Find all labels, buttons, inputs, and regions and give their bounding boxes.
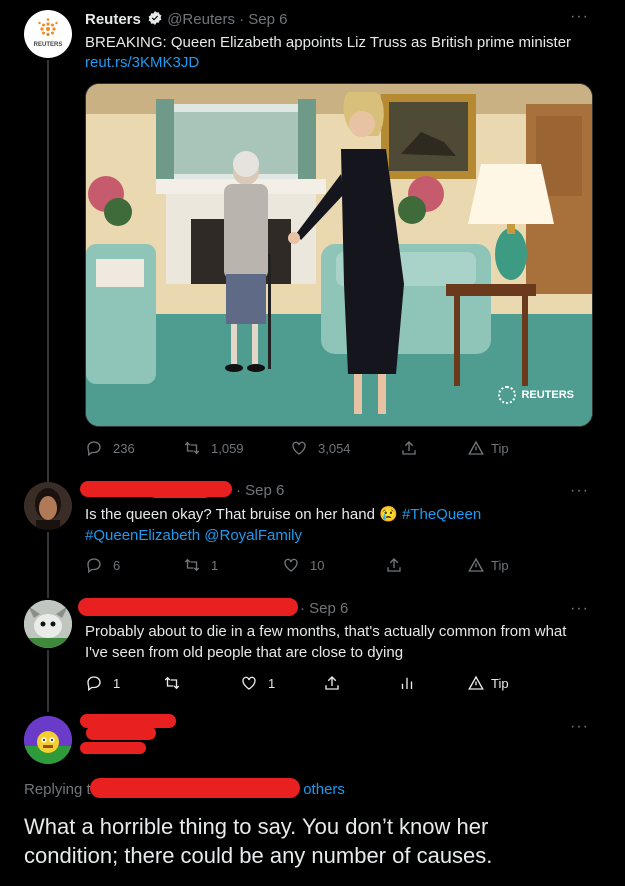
crying-emoji-icon: 😢 (379, 506, 398, 523)
tweet-actions: 6 1 10 Tip (85, 556, 525, 576)
photo-illustration (86, 84, 592, 426)
share-button[interactable] (323, 674, 341, 692)
more-options-icon[interactable]: ··· (570, 482, 589, 500)
share-icon (325, 676, 339, 690)
user-photo-icon (24, 600, 72, 648)
reuters-watermark: REUTERS (498, 386, 574, 404)
tip-button[interactable]: Tip (467, 556, 509, 574)
retweet-icon (184, 441, 200, 455)
tweet-text: Probably about to die in a few months, t… (85, 623, 567, 661)
analytics-button[interactable] (398, 674, 416, 692)
redacted-handle (80, 742, 146, 754)
hashtag-thequeen[interactable]: #TheQueen (402, 506, 481, 523)
tweet-media-photo[interactable]: REUTERS (85, 83, 593, 427)
mention-royalfamily[interactable]: @RoyalFamily (204, 527, 302, 544)
reply-icon (87, 558, 101, 574)
tweet-reuters[interactable]: REUTERS Reuters @Reuters · Sep 6 ··· BRE… (0, 0, 625, 475)
reply-icon (87, 676, 101, 692)
reply-icon (87, 441, 101, 457)
share-icon (387, 558, 401, 572)
watermark-logo-icon (498, 386, 517, 404)
redacted-username (86, 726, 156, 740)
tweet-text: What a horrible thing to say. You don’t … (24, 814, 493, 868)
share-button[interactable] (385, 556, 403, 574)
like-button[interactable]: 1 (240, 674, 275, 692)
tip-button[interactable]: Tip (467, 674, 509, 692)
more-options-icon[interactable]: ··· (570, 718, 589, 736)
hashtag-queenelizabeth[interactable]: #QueenElizabeth (85, 527, 200, 544)
share-icon (402, 441, 416, 455)
tweet-actions: 236 1,059 3,054 Tip (85, 439, 525, 459)
reply-button[interactable]: 6 (85, 556, 120, 574)
analytics-icon (401, 677, 413, 689)
share-button[interactable] (400, 439, 418, 457)
tip-button[interactable]: Tip (467, 439, 509, 457)
like-button[interactable]: 10 (282, 556, 324, 574)
tweet-date[interactable]: · Sep 6 (239, 11, 287, 28)
user-photo-icon (24, 482, 72, 530)
avatar[interactable] (24, 716, 72, 764)
tweet-reply-focused[interactable]: ··· Replying t2 others What a horrible t… (0, 712, 625, 886)
retweet-button[interactable]: 1,059 (183, 439, 244, 457)
redacted-handles (90, 778, 300, 798)
retweet-icon (164, 676, 180, 690)
tweet-reply-1[interactable]: · Sep 6 ··· Is the queen okay? That brui… (0, 476, 625, 596)
heart-icon (242, 676, 256, 690)
heart-icon (284, 558, 298, 572)
reply-button[interactable]: 1 (85, 674, 120, 692)
tweet-link[interactable]: reut.rs/3KMK3JD (85, 54, 199, 71)
retweet-button[interactable]: 1 (183, 556, 218, 574)
retweet-button[interactable] (163, 674, 181, 692)
more-options-icon[interactable]: ··· (570, 8, 589, 26)
like-button[interactable]: 3,054 (290, 439, 351, 457)
tweet-text: BREAKING: Queen Elizabeth appoints Liz T… (85, 34, 572, 51)
retweet-icon (184, 558, 200, 572)
avatar[interactable]: REUTERS (24, 10, 72, 58)
verified-badge-icon (148, 11, 162, 25)
tip-icon (468, 440, 484, 455)
author-name[interactable]: Reuters (85, 11, 141, 28)
avatar[interactable] (24, 600, 72, 648)
reply-button[interactable]: 236 (85, 439, 135, 457)
redacted-username (150, 489, 210, 498)
tweet-text: Is the queen okay? That bruise on her ha… (85, 506, 375, 523)
tweet-date[interactable]: · Sep 6 (300, 600, 348, 617)
avatar-logo-text: REUTERS (33, 42, 63, 48)
tip-icon (468, 675, 484, 690)
redacted-username (78, 598, 298, 616)
avatar[interactable] (24, 482, 72, 530)
heart-icon (292, 441, 306, 455)
reuters-logo-icon (38, 18, 58, 37)
tweet-reply-2[interactable]: · Sep 6 ··· Probably about to die in a f… (0, 596, 625, 712)
tweet-date[interactable]: · Sep 6 (236, 482, 284, 499)
tweet-actions: 1 1 Tip (85, 674, 525, 694)
user-photo-icon (24, 716, 72, 764)
more-options-icon[interactable]: ··· (570, 600, 589, 618)
author-handle[interactable]: @Reuters (167, 11, 235, 28)
tip-icon (468, 557, 484, 572)
